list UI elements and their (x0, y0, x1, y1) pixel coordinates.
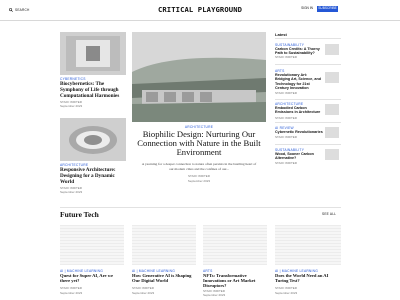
future-card-image[interactable] (132, 225, 196, 265)
card-image-responsive-architecture[interactable] (60, 118, 126, 161)
latest-item-title[interactable]: Cybernetic Revolutionaries (275, 130, 323, 134)
latest-item-thumbnail[interactable] (325, 127, 339, 138)
future-card-image[interactable] (60, 225, 124, 265)
card-date: September 2023 (60, 190, 83, 194)
latest-item-author: STAFF WRITER (275, 55, 297, 59)
future-card-image[interactable] (275, 225, 341, 265)
future-tech-heading: Future Tech (60, 210, 99, 219)
latest-item-thumbnail[interactable] (325, 72, 339, 83)
latest-item-author: STAFF WRITER (275, 91, 297, 95)
latest-item-thumbnail[interactable] (325, 44, 339, 55)
latest-item-author: STAFF WRITER (275, 161, 297, 165)
latest-item-title[interactable]: Revolutionary Art: Bridging Art, Science… (275, 73, 323, 91)
future-card-author: STAFF WRITER (60, 286, 82, 290)
see-all-link[interactable]: SEE ALL (322, 212, 336, 216)
future-card-author: STAFF WRITER (275, 286, 297, 290)
latest-item-thumbnail[interactable] (325, 104, 339, 115)
future-card-date: September 2023 (275, 291, 298, 295)
section-divider (60, 207, 341, 208)
future-card-title[interactable]: How Generative AI is Shaping Our Digital… (132, 273, 196, 283)
latest-item-author: STAFF WRITER (275, 116, 297, 120)
latest-item-author: STAFF WRITER (275, 135, 297, 139)
header-divider (0, 20, 400, 21)
latest-divider (275, 64, 341, 65)
hero-image[interactable] (132, 32, 266, 122)
latest-divider (275, 122, 341, 123)
card-title[interactable]: Biocybernetics: The Symphony of Life thr… (60, 81, 126, 99)
hero-title[interactable]: Biophilic Design: Nurturing Our Connecti… (134, 129, 264, 158)
future-card-date: September 2023 (132, 291, 155, 295)
future-card-date: September 2023 (203, 293, 226, 297)
hero-date: September 2023 (187, 179, 211, 183)
future-card-image[interactable] (203, 225, 267, 265)
latest-item-title[interactable]: Wood, Sooner Carbon Alternative? (275, 152, 323, 161)
future-card-author: STAFF WRITER (132, 286, 154, 290)
hero-excerpt: A yearning for a deeper connection to na… (141, 162, 257, 171)
latest-divider (275, 99, 341, 100)
latest-item-title[interactable]: Embodied Carbon Emissions in Architectur… (275, 106, 323, 115)
latest-divider (275, 144, 341, 145)
latest-item-thumbnail[interactable] (325, 149, 339, 160)
latest-heading: Latest (275, 32, 287, 37)
sign-in-button[interactable]: SIGN IN (299, 6, 315, 12)
future-card-title[interactable]: Does the World Need an AI Turing Test? (275, 273, 341, 283)
latest-divider (275, 38, 341, 39)
card-image-biocybernetics[interactable] (60, 32, 126, 75)
future-card-title[interactable]: Quest for Super AI, Are we there yet? (60, 273, 124, 283)
future-card-date: September 2023 (60, 291, 83, 295)
hero-author: STAFF WRITER (188, 174, 210, 178)
future-card-title[interactable]: NFTs: Transformative Innovations or Art … (203, 273, 267, 288)
site-logo[interactable]: CRITICAL PLAYGROUND (0, 5, 400, 14)
card-title[interactable]: Responsive Architecture: Designing for a… (60, 167, 126, 185)
subscribe-button[interactable]: SUBSCRIBE (317, 6, 338, 12)
card-date: September 2023 (60, 104, 83, 108)
